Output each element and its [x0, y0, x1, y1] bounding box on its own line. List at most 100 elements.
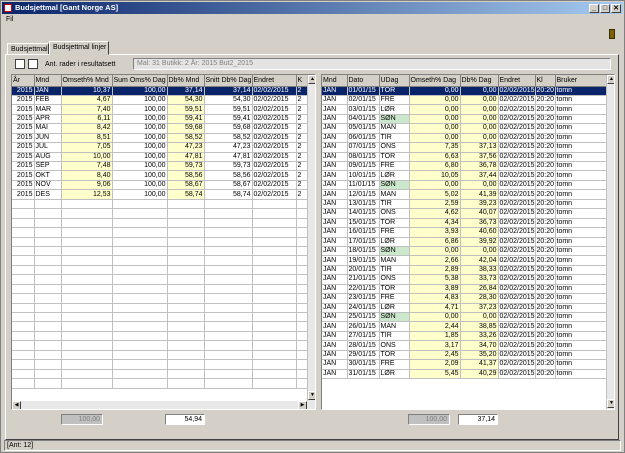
table-cell[interactable]: JAN — [322, 218, 348, 229]
table-cell[interactable]: TIR — [379, 133, 410, 144]
table-cell[interactable]: JAN — [322, 86, 348, 96]
table-cell[interactable]: APR — [34, 114, 62, 125]
table-cell[interactable]: 0,00 — [460, 114, 499, 125]
table-cell[interactable]: 03/01/15 — [347, 104, 380, 115]
table-cell[interactable]: 0,00 — [460, 180, 499, 191]
table-cell[interactable]: SØN — [379, 246, 410, 257]
app-icon[interactable] — [4, 4, 12, 12]
table-cell[interactable]: 100,00 — [112, 180, 168, 191]
table-cell[interactable]: tomn — [555, 161, 607, 172]
table-cell[interactable]: 02/02/2015 — [498, 218, 536, 229]
table-cell[interactable]: 39,23 — [460, 199, 499, 210]
table-cell[interactable]: 20:20 — [535, 170, 556, 181]
table-row[interactable]: JAN 16/01/15 FRE 3,93 40,60 02/02/2015 20:20 to… — [322, 227, 607, 238]
table-cell[interactable]: JAN — [322, 237, 348, 247]
table-cell[interactable]: 02/02/2015 — [498, 331, 536, 342]
table-row[interactable]: JAN 06/01/15 TIR 0,00 0,00 02/02/2015 20:20 tom… — [322, 133, 607, 144]
table-cell[interactable]: 0,00 — [409, 133, 461, 144]
table-cell[interactable]: ONS — [379, 274, 410, 285]
table-cell[interactable]: 20:20 — [535, 123, 556, 134]
table-row[interactable]: JAN 20/01/15 TIR 2,89 38,33 02/02/2015 20:20 to… — [322, 265, 607, 276]
table-cell[interactable]: 2,66 — [409, 255, 461, 266]
table-cell[interactable]: 5,38 — [409, 274, 461, 285]
table-cell[interactable]: tomn — [555, 237, 607, 247]
table-cell[interactable]: JAN — [322, 133, 348, 144]
table-cell[interactable]: 20:20 — [535, 152, 556, 163]
table-cell[interactable]: JAN — [322, 227, 348, 238]
table-cell[interactable]: JAN — [322, 350, 348, 361]
table-cell[interactable]: TOR — [379, 86, 410, 96]
table-cell[interactable]: 02/02/2015 — [498, 255, 536, 266]
table-cell[interactable]: 100,00 — [112, 152, 168, 163]
table-cell[interactable]: 02/02/2015 — [498, 312, 536, 323]
column-header[interactable]: År — [12, 75, 35, 87]
table-cell[interactable]: 2015 — [12, 170, 35, 181]
table-cell[interactable]: 02/02/2015 — [498, 180, 536, 191]
table-cell[interactable]: tomn — [555, 95, 607, 106]
table-row[interactable]: JAN 11/01/15 SØN 0,00 0,00 02/02/2015 20:20 tom… — [322, 180, 607, 191]
column-header[interactable]: UDag — [379, 75, 410, 87]
table-cell[interactable]: 20:20 — [535, 86, 556, 96]
table-cell[interactable]: 100,00 — [112, 86, 168, 96]
table-cell[interactable]: 100,00 — [112, 95, 168, 106]
table-cell[interactable]: JAN — [322, 142, 348, 153]
table-cell[interactable]: TOR — [379, 218, 410, 229]
table-row[interactable]: JAN 10/01/15 LØR 10,05 37,44 02/02/2015 20:20 t… — [322, 170, 607, 181]
table-cell[interactable]: 02/02/2015 — [498, 189, 536, 200]
table-cell[interactable]: 02/02/2015 — [252, 95, 297, 106]
table-cell[interactable]: LØR — [379, 170, 410, 181]
table-cell[interactable]: LØR — [379, 303, 410, 314]
table-cell[interactable]: 39,92 — [460, 237, 499, 247]
rows-label[interactable]: Ant. rader i resultatsett — [45, 61, 115, 68]
table-cell[interactable]: 2015 — [12, 142, 35, 153]
table-row[interactable]: JAN 13/01/15 TIR 2,59 39,23 02/02/2015 20:20 to… — [322, 199, 607, 210]
table-cell[interactable]: 0,00 — [409, 104, 461, 115]
table-cell[interactable]: 02/02/2015 — [498, 369, 536, 380]
table-cell[interactable]: JAN — [322, 123, 348, 134]
table-row[interactable]: JAN 22/01/15 TOR 3,89 26,84 02/02/2015 20:20 to… — [322, 284, 607, 295]
table-cell[interactable]: JAN — [322, 246, 348, 257]
left-vertical-scrollbar[interactable]: ▲ ▼ — [307, 75, 315, 401]
table-cell[interactable]: 02/02/2015 — [498, 152, 536, 163]
table-cell[interactable]: 20:20 — [535, 95, 556, 106]
table-cell[interactable]: 58,67 — [204, 180, 253, 191]
table-cell[interactable]: 59,68 — [167, 123, 205, 134]
table-cell[interactable]: OKT — [34, 170, 62, 181]
table-cell[interactable]: 37,23 — [460, 303, 499, 314]
table-cell[interactable]: 19/01/15 — [347, 255, 380, 266]
table-cell[interactable]: 58,52 — [204, 133, 253, 144]
table-cell[interactable]: 100,00 — [112, 104, 168, 115]
table-cell[interactable]: 0,00 — [460, 246, 499, 257]
table-cell[interactable]: 0,00 — [409, 312, 461, 323]
table-cell[interactable]: tomn — [555, 170, 607, 181]
table-cell[interactable]: TIR — [379, 199, 410, 210]
table-cell[interactable]: ONS — [379, 340, 410, 351]
table-cell[interactable]: tomn — [555, 208, 607, 219]
table-cell[interactable]: 02/02/2015 — [498, 321, 536, 332]
table-cell[interactable]: 08/01/15 — [347, 152, 380, 163]
table-cell[interactable]: 02/02/2015 — [498, 237, 536, 247]
table-cell[interactable]: SØN — [379, 312, 410, 323]
table-cell[interactable]: JAN — [322, 161, 348, 172]
table-row[interactable]: 2015 JUN 8,51 100,00 58,52 58,52 02/02/2015 2 — [12, 133, 309, 144]
table-cell[interactable]: 22/01/15 — [347, 284, 380, 295]
table-cell[interactable]: tomn — [555, 104, 607, 115]
table-row[interactable]: JAN 12/01/15 MAN 5,02 41,39 02/02/2015 20:20 to… — [322, 189, 607, 200]
table-cell[interactable]: 0,00 — [409, 86, 461, 96]
table-cell[interactable]: MAN — [379, 123, 410, 134]
table-cell[interactable]: tomn — [555, 255, 607, 266]
table-cell[interactable]: 02/02/2015 — [252, 142, 297, 153]
table-cell[interactable]: JAN — [322, 189, 348, 200]
table-cell[interactable]: 02/02/2015 — [498, 123, 536, 134]
table-cell[interactable]: 59,51 — [204, 104, 253, 115]
table-cell[interactable]: 02/02/2015 — [498, 274, 536, 285]
table-cell[interactable]: MAR — [34, 104, 62, 115]
table-cell[interactable]: tomn — [555, 246, 607, 257]
table-cell[interactable]: 21/01/15 — [347, 274, 380, 285]
table-cell[interactable]: 16/01/15 — [347, 227, 380, 238]
table-cell[interactable]: JAN — [322, 312, 348, 323]
table-cell[interactable]: 58,52 — [167, 133, 205, 144]
table-cell[interactable]: 59,68 — [204, 123, 253, 134]
table-cell[interactable]: 2,89 — [409, 265, 461, 276]
table-cell[interactable]: 11/01/15 — [347, 180, 380, 191]
